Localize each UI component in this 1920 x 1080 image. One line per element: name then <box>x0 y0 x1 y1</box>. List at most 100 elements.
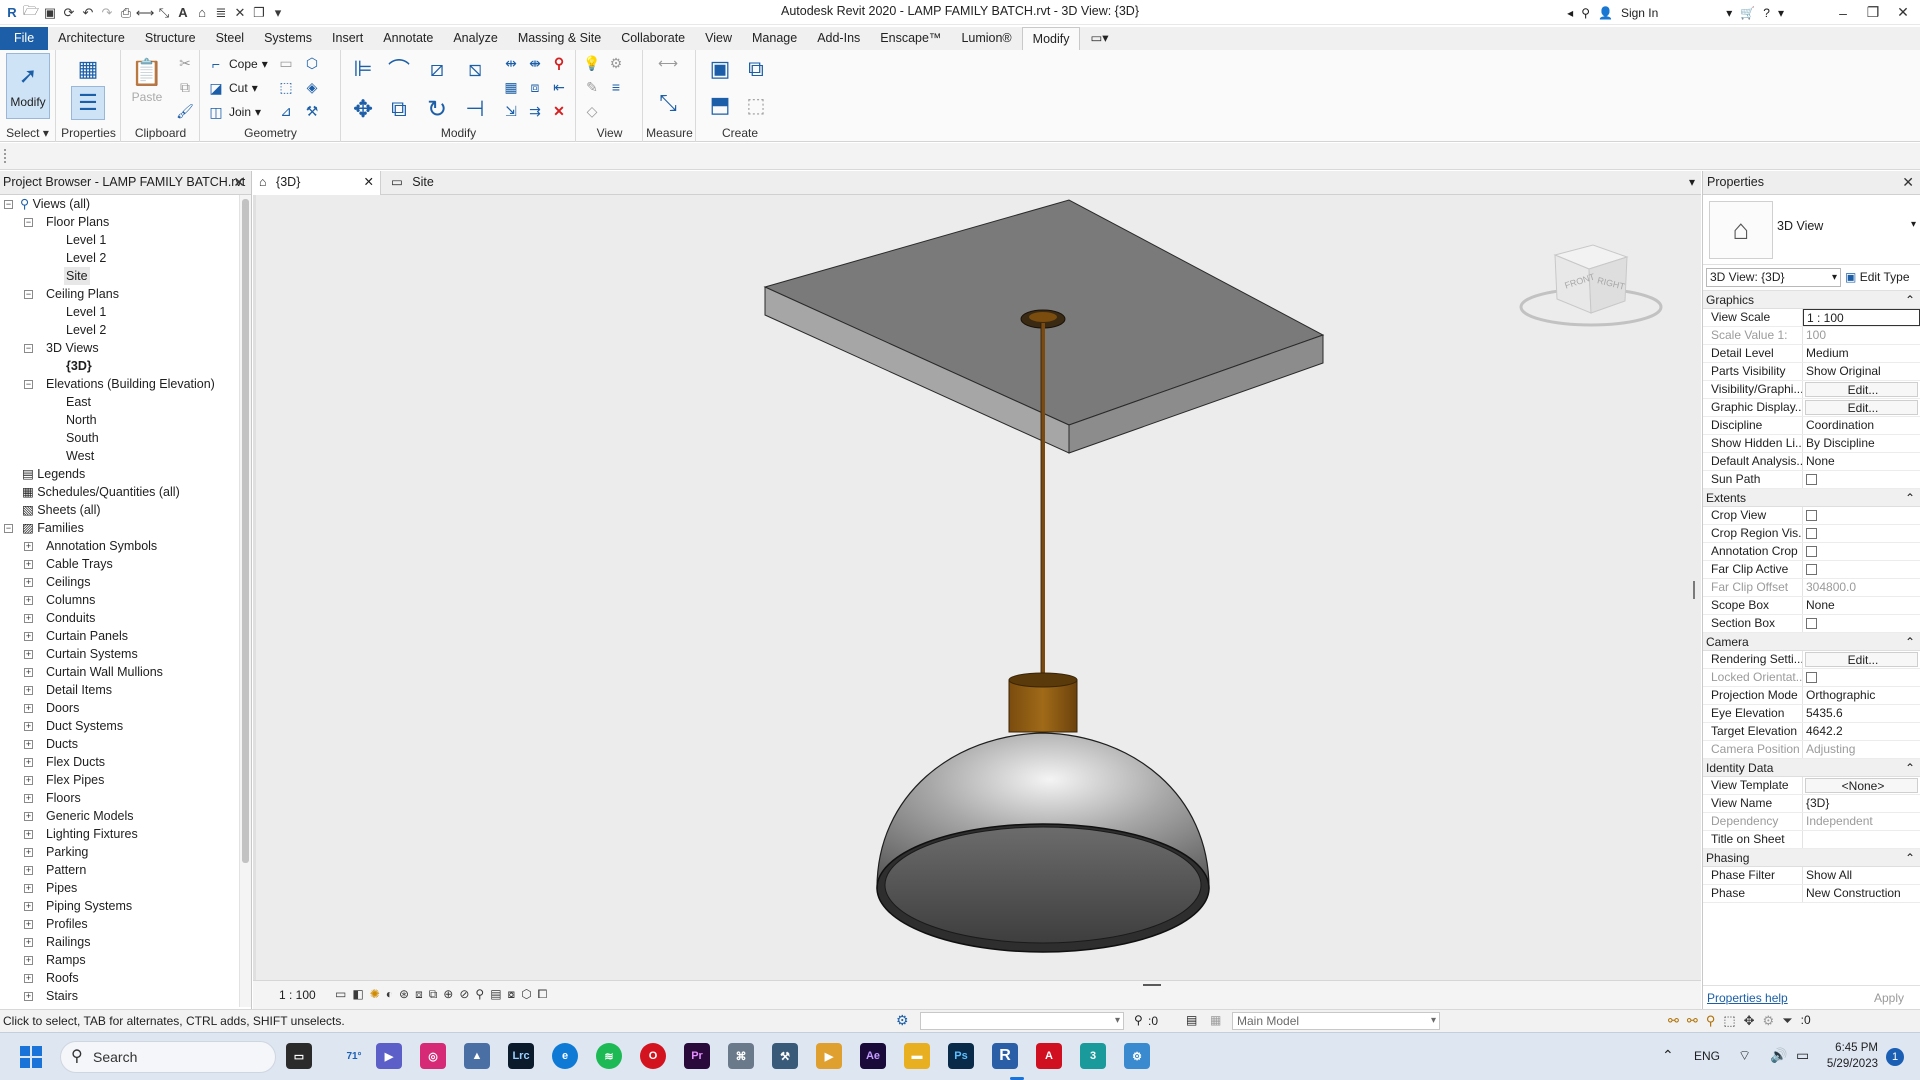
temporary-hide-icon[interactable]: ⊘ <box>459 987 469 1002</box>
property-edit-button[interactable]: Edit... <box>1805 652 1918 667</box>
close-hidden-windows-icon[interactable]: ✕ <box>232 5 248 21</box>
start-button[interactable] <box>20 1046 42 1068</box>
tree-elevation-west[interactable]: West <box>66 447 94 465</box>
weather-widget[interactable]: 71° <box>334 1043 374 1069</box>
modify-tool-button[interactable]: ➚ Modify <box>6 53 50 119</box>
tree-families[interactable]: ▨ Families <box>22 519 84 537</box>
create-group-icon[interactable]: ⬒ <box>705 90 735 120</box>
teams-icon[interactable]: ▶ <box>376 1043 402 1069</box>
property-value-checkbox[interactable] <box>1803 543 1920 560</box>
expand-toggle-icon[interactable]: + <box>24 758 33 767</box>
tree-family-category[interactable]: Doors <box>46 699 79 717</box>
reveal-constraints-icon[interactable]: ⧠ <box>538 987 548 1002</box>
tab-add-ins[interactable]: Add-Ins <box>807 27 870 50</box>
drawing-canvas[interactable]: FRONT RIGHT <box>253 195 1701 980</box>
collapse-section-icon[interactable]: ⌃ <box>1905 489 1915 507</box>
tree-family-category[interactable]: Stairs <box>46 987 78 1005</box>
tab-analyze[interactable]: Analyze <box>443 27 507 50</box>
property-value[interactable]: 100 <box>1803 327 1920 344</box>
view-tab-site[interactable]: ▭ Site <box>385 171 505 195</box>
join-button[interactable]: ◫ Join ▾ <box>207 102 261 122</box>
copy-element-icon[interactable]: ⧉ <box>384 94 414 124</box>
expand-toggle-icon[interactable]: + <box>24 830 33 839</box>
paint-icon[interactable]: ◈ <box>303 78 321 96</box>
tree-ceiling-plans[interactable]: Ceiling Plans <box>46 285 119 303</box>
measure-between-icon[interactable]: ⟷ <box>650 54 686 72</box>
collapse-section-icon[interactable]: ⌃ <box>1905 291 1915 309</box>
cart-icon[interactable]: 🛒 <box>1740 6 1755 20</box>
trim-single-icon[interactable]: ⇉ <box>526 102 544 120</box>
tree-family-category[interactable]: Pipes <box>46 879 77 897</box>
expand-toggle-icon[interactable]: + <box>24 704 33 713</box>
property-value[interactable] <box>1803 831 1920 848</box>
premiere-icon[interactable]: Pr <box>684 1043 710 1069</box>
temporary-view-properties-icon[interactable]: ▤ <box>490 987 501 1002</box>
property-value[interactable]: 1 : 100 <box>1803 309 1920 326</box>
collapse-toggle-icon[interactable]: − <box>24 290 33 299</box>
collapse-toggle-icon[interactable]: − <box>4 200 13 209</box>
spotify-icon[interactable]: ≋ <box>596 1043 622 1069</box>
mirror-pick-axis-icon[interactable]: ⧄ <box>422 54 452 84</box>
expand-toggle-icon[interactable]: + <box>24 668 33 677</box>
language-indicator[interactable]: ENG <box>1694 1049 1720 1063</box>
editing-requests-icon[interactable]: ⚲ <box>1134 1013 1143 1027</box>
tree-elevation-east[interactable]: East <box>66 393 91 411</box>
wifi-icon[interactable]: ⌔ <box>1738 1047 1751 1065</box>
switch-windows-icon[interactable]: ❐ <box>251 5 267 21</box>
tree-sheets[interactable]: ▧ Sheets (all) <box>22 501 101 519</box>
collapse-section-icon[interactable]: ⌃ <box>1905 759 1915 777</box>
active-option-icon[interactable]: ▦ <box>1210 1013 1221 1027</box>
property-value-checkbox[interactable] <box>1803 507 1920 524</box>
revit-taskbar-icon[interactable]: R <box>992 1043 1018 1069</box>
media-player-icon[interactable]: ▶ <box>816 1043 842 1069</box>
trim-multiple-icon[interactable]: ⇲ <box>502 102 520 120</box>
instance-filter-select[interactable]: 3D View: {3D} ▾ <box>1706 268 1841 287</box>
print-icon[interactable]: ⎙ <box>118 5 134 21</box>
shadows-icon[interactable]: ◐ <box>386 987 393 1002</box>
properties-help-link[interactable]: Properties help <box>1707 991 1788 1005</box>
create-parts-icon[interactable]: ⧉ <box>741 54 771 84</box>
autocad-icon[interactable]: ⚒ <box>772 1043 798 1069</box>
measure-icon[interactable]: ⟷ <box>136 5 155 21</box>
drag-on-selection-icon[interactable]: ✥ <box>1744 1013 1755 1029</box>
close-properties-icon[interactable]: ✕ <box>1902 174 1914 191</box>
tree-family-category[interactable]: Annotation Symbols <box>46 537 157 555</box>
clock-date[interactable]: 5/29/2023 <box>1822 1058 1878 1070</box>
after-effects-icon[interactable]: Ae <box>860 1043 886 1069</box>
type-dropdown-icon[interactable]: ▾ <box>1911 219 1916 230</box>
collapse-toggle-icon[interactable]: − <box>24 218 33 227</box>
reveal-hidden-icon[interactable]: ⚲ <box>475 987 484 1002</box>
tab-view[interactable]: View <box>695 27 742 50</box>
design-option-select[interactable]: Main Model ▾ <box>1232 1012 1440 1030</box>
workset-select[interactable]: ▾ <box>920 1012 1124 1030</box>
tree-family-category[interactable]: Profiles <box>46 915 88 933</box>
tree-family-category[interactable]: Parking <box>46 843 88 861</box>
property-edit-button[interactable]: Edit... <box>1805 400 1918 415</box>
expand-toggle-icon[interactable]: + <box>24 956 33 965</box>
tab-annotate[interactable]: Annotate <box>373 27 443 50</box>
split-element-icon[interactable]: ⇹ <box>502 54 520 72</box>
property-section-camera[interactable]: Camera ⌃ <box>1703 633 1920 651</box>
revit-logo-icon[interactable]: R <box>4 5 20 21</box>
tree-family-category[interactable]: Floors <box>46 789 81 807</box>
help-icon[interactable]: ? <box>1763 6 1770 20</box>
tab-steel[interactable]: Steel <box>206 27 255 50</box>
mirror-draw-axis-icon[interactable]: ⧅ <box>460 54 490 84</box>
property-value-checkbox[interactable] <box>1803 669 1920 686</box>
property-checkbox[interactable] <box>1806 528 1817 539</box>
tab-insert[interactable]: Insert <box>322 27 373 50</box>
restore-button[interactable]: ❐ <box>1862 4 1884 21</box>
collapse-section-icon[interactable]: ⌃ <box>1905 633 1915 651</box>
file-explorer-icon[interactable]: ▬ <box>904 1043 930 1069</box>
sync-icon[interactable]: ⟳ <box>61 5 77 21</box>
tree-family-category[interactable]: Railings <box>46 933 90 951</box>
tree-views-all[interactable]: ⚲ Views (all) <box>20 195 90 213</box>
tree-family-category[interactable]: Curtain Systems <box>46 645 138 663</box>
hide-in-view-icon[interactable]: 💡 <box>583 54 601 72</box>
show-analytical-model-icon[interactable]: ⧇ <box>508 987 516 1002</box>
filter-icon[interactable]: ⏷ <box>1782 1013 1792 1029</box>
detail-level-icon[interactable]: ▭ <box>335 987 346 1002</box>
default-3d-view-icon[interactable]: ⌂ <box>194 5 210 21</box>
sun-path-icon[interactable]: ✺ <box>370 987 380 1002</box>
autocad-taskbar-icon[interactable]: A <box>1036 1043 1062 1069</box>
